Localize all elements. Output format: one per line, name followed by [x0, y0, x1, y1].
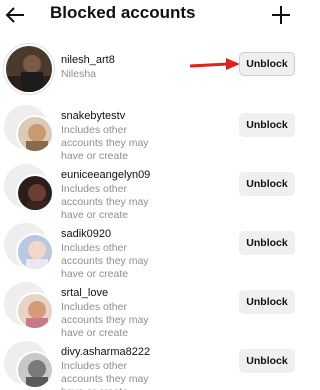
- red-arrow-icon: [189, 58, 240, 70]
- list-item[interactable]: euniceeangelyn09 Includes other accounts…: [0, 158, 300, 221]
- top-bar: Blocked accounts: [0, 0, 300, 32]
- username[interactable]: snakebytestv: [61, 110, 125, 122]
- avatar[interactable]: [4, 221, 54, 271]
- avatar[interactable]: [4, 162, 54, 212]
- unblock-button[interactable]: Unblock: [239, 172, 295, 196]
- list-item[interactable]: snakebytestv Includes other accounts the…: [0, 99, 300, 162]
- avatar[interactable]: [4, 103, 54, 153]
- list-item[interactable]: sadik0920 Includes other accounts they m…: [0, 217, 300, 280]
- unblock-button[interactable]: Unblock: [239, 290, 295, 314]
- plus-icon[interactable]: [270, 4, 292, 26]
- blocked-accounts-list: nilesh_art8 Nilesha Unblock snakebytestv…: [0, 40, 300, 390]
- username[interactable]: nilesh_art8: [61, 54, 115, 66]
- unblock-button[interactable]: Unblock: [239, 231, 295, 255]
- page-title: Blocked accounts: [50, 3, 196, 22]
- avatar[interactable]: [4, 339, 54, 389]
- display-name: Nilesha: [61, 68, 97, 80]
- unblock-button[interactable]: Unblock: [239, 52, 295, 76]
- list-item[interactable]: divy.asharma8222 Includes other accounts…: [0, 335, 300, 390]
- unblock-button[interactable]: Unblock: [239, 113, 295, 137]
- avatar[interactable]: [4, 280, 54, 330]
- arrow-left-icon[interactable]: [4, 5, 26, 25]
- username[interactable]: sadik0920: [61, 228, 111, 240]
- username[interactable]: srtal_love: [61, 287, 108, 299]
- unblock-button[interactable]: Unblock: [239, 349, 295, 373]
- account-note: Includes other accounts they may have or…: [61, 360, 149, 390]
- avatar[interactable]: [4, 44, 54, 94]
- username[interactable]: euniceeangelyn09: [61, 169, 150, 181]
- list-item[interactable]: srtal_love Includes other accounts they …: [0, 276, 300, 339]
- list-item[interactable]: nilesh_art8 Nilesha Unblock: [0, 40, 300, 99]
- username[interactable]: divy.asharma8222: [61, 346, 150, 358]
